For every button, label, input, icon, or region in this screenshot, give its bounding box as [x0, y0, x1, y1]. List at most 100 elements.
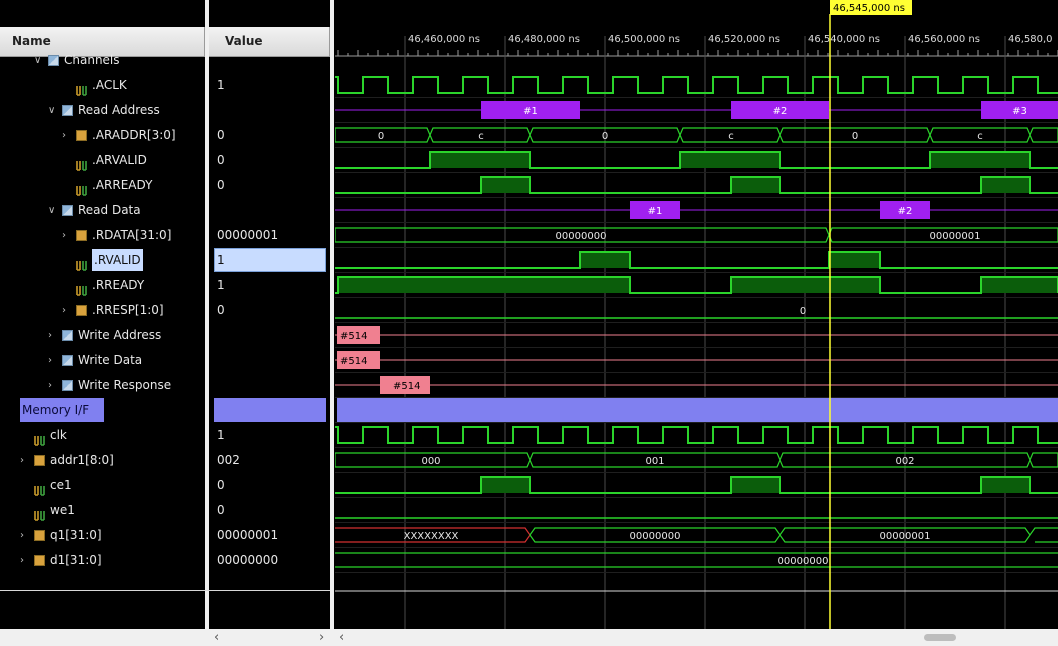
signal-row[interactable]: › .RDATA[31:0] 00000001: [0, 223, 330, 248]
signal-row[interactable]: › addr1[8:0] 002: [0, 448, 330, 473]
signal-row[interactable]: .ARREADY 0: [0, 173, 330, 198]
level-wave: [335, 176, 1058, 194]
bus-value-label: c: [977, 131, 983, 142]
expand-chevron-icon[interactable]: ›: [62, 123, 66, 148]
pane-splitter[interactable]: [330, 0, 334, 646]
expand-chevron-icon[interactable]: ›: [62, 298, 66, 323]
signal-value: 00000001: [217, 528, 279, 542]
level-high-fill: [731, 177, 780, 193]
txn-label: #514: [340, 331, 367, 342]
signal-row[interactable]: .ACLK 1: [0, 73, 330, 98]
wire-signal-icon: [76, 80, 87, 96]
signal-row[interactable]: › d1[31:0] 00000000: [0, 548, 330, 573]
wire-signal-icon: [34, 480, 45, 496]
level-high-fill: [930, 152, 1030, 168]
signal-name: we1: [50, 503, 75, 517]
signal-value: 0: [217, 153, 225, 167]
signal-row[interactable]: ∨ Read Data: [0, 198, 330, 223]
expand-chevron-icon[interactable]: ›: [48, 373, 52, 398]
wave-scroll-left-icon[interactable]: ‹: [339, 629, 344, 646]
level-wave: [335, 251, 1058, 269]
expand-chevron-icon[interactable]: ›: [20, 448, 24, 473]
divider-value-bg: [214, 398, 326, 422]
bus-value-label: XXXXXXXX: [404, 531, 459, 542]
txn-label: #1: [648, 206, 663, 217]
signal-value: 1: [217, 253, 225, 267]
level-high-fill: [981, 277, 1058, 293]
expand-chevron-icon[interactable]: ›: [62, 223, 66, 248]
signal-row[interactable]: .RREADY 1: [0, 273, 330, 298]
signal-row[interactable]: clk 1: [0, 423, 330, 448]
wire-signal-icon: [76, 255, 87, 271]
signal-row[interactable]: ∨ Read Address: [0, 98, 330, 123]
txn-label: #2: [898, 206, 913, 217]
scroll-left-icon[interactable]: ‹: [214, 629, 219, 646]
signal-value: 1: [217, 278, 225, 292]
signal-row[interactable]: › .ARADDR[3:0] 0: [0, 123, 330, 148]
level-high-fill: [680, 152, 780, 168]
signal-row[interactable]: .ARVALID 0: [0, 148, 330, 173]
signal-value: 0: [217, 478, 225, 492]
expand-chevron-icon[interactable]: ›: [20, 548, 24, 573]
signal-name: .ACLK: [92, 78, 127, 92]
selected-value-bg: [214, 248, 326, 272]
signal-value: 0: [217, 503, 225, 517]
signal-row[interactable]: Memory I/F: [0, 398, 330, 423]
expand-chevron-icon[interactable]: ›: [48, 348, 52, 373]
level-high-fill: [338, 277, 630, 293]
bus-signal-icon: [34, 555, 45, 566]
collapse-chevron-icon[interactable]: ∨: [48, 98, 55, 123]
txn-label: #1: [523, 106, 538, 117]
signal-name: .RREADY: [92, 278, 145, 292]
signal-name: Write Address: [78, 328, 162, 342]
signal-name: .RRESP[1:0]: [92, 303, 164, 317]
level-wave: [335, 476, 1058, 494]
signal-value: 0: [217, 303, 225, 317]
bus-value-label: 000: [421, 456, 440, 467]
waveform-viewer: Name Value ∨ Channels .ACLK 1 ∨ Read Address ›…: [0, 0, 1058, 646]
bus-value-label: 002: [895, 456, 914, 467]
signal-row[interactable]: we1 0: [0, 498, 330, 523]
level-high-fill: [731, 477, 780, 493]
signal-name: Channels: [64, 53, 120, 67]
collapse-chevron-icon[interactable]: ∨: [48, 198, 55, 223]
signal-row[interactable]: ∨ Channels: [0, 48, 330, 73]
bus-value-label: 00000000: [556, 231, 607, 242]
signal-row[interactable]: › Write Response: [0, 373, 330, 398]
group-icon: [62, 330, 73, 341]
signal-row[interactable]: ce1 0: [0, 473, 330, 498]
bus-signal-icon: [76, 230, 87, 241]
signal-row[interactable]: › Write Data: [0, 348, 330, 373]
wire-signal-icon: [76, 155, 87, 171]
waveform-area[interactable]: 46,460,000 ns 46,480,000 ns 46,500,000 ns 4…: [335, 0, 1058, 629]
signal-name: Memory I/F: [22, 403, 90, 417]
bus-value-label: 00000000: [630, 531, 681, 542]
level-high-fill: [981, 177, 1030, 193]
signal-row[interactable]: › .RRESP[1:0] 0: [0, 298, 330, 323]
signal-row[interactable]: › q1[31:0] 00000001: [0, 523, 330, 548]
signal-name: addr1[8:0]: [50, 453, 114, 467]
signal-name: q1[31:0]: [50, 528, 102, 542]
txn-label: #514: [393, 381, 420, 392]
signal-row[interactable]: › Write Address: [0, 323, 330, 348]
wire-signal-icon: [34, 505, 45, 521]
clock-wave: [335, 426, 1058, 444]
group-icon: [48, 55, 59, 66]
level-high-fill: [481, 177, 530, 193]
signal-name: Read Data: [78, 203, 141, 217]
ruler-tick-label: 46,460,000 ns: [408, 34, 480, 45]
horizontal-scroll-thumb[interactable]: [924, 634, 956, 641]
signal-name: .RVALID: [92, 249, 143, 271]
expand-chevron-icon[interactable]: ›: [48, 323, 52, 348]
txn-label: #2: [773, 106, 788, 117]
scroll-right-icon[interactable]: ›: [319, 629, 324, 646]
expand-chevron-icon[interactable]: ›: [20, 523, 24, 548]
signal-value: 0: [217, 128, 225, 142]
bus-value-label: 00000000: [778, 556, 829, 567]
collapse-chevron-icon[interactable]: ∨: [34, 48, 41, 73]
cursor-time-label: 46,545,000 ns: [833, 3, 905, 14]
level-high-fill: [430, 152, 530, 168]
divider-band: [337, 398, 1058, 422]
signal-row[interactable]: .RVALID 1: [0, 248, 330, 273]
ruler-tick-label: 46,520,000 ns: [708, 34, 780, 45]
